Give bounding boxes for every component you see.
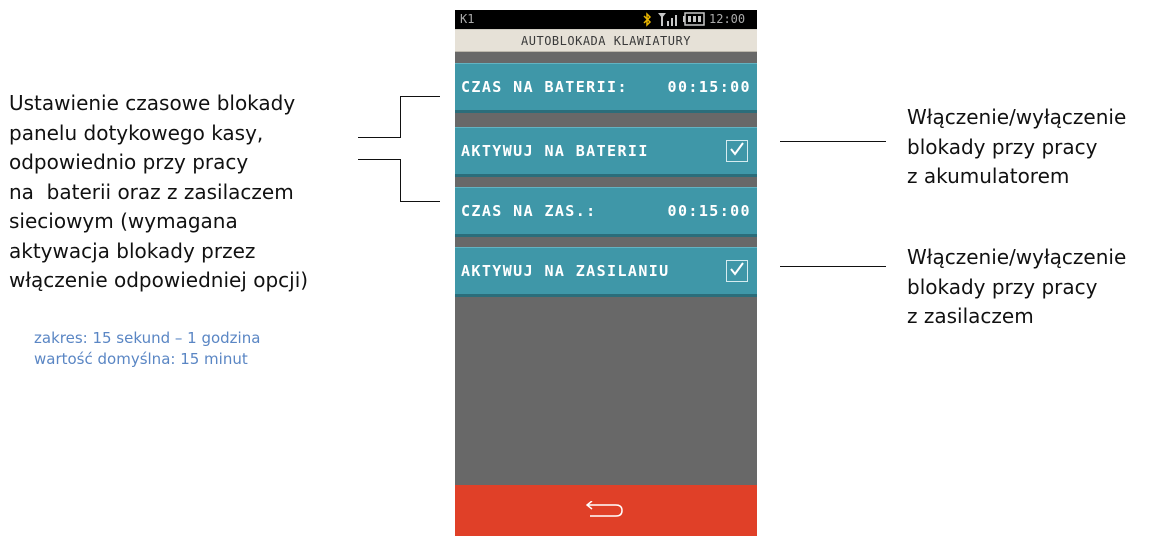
activate-on-battery-checkbox[interactable]	[726, 139, 748, 162]
right-annotation-battery: Włączenie/wyłączenie blokady przy pracy …	[907, 103, 1165, 192]
annotation-line: z akumulatorem	[907, 164, 1070, 188]
annotation-line: Włączenie/wyłączenie	[907, 105, 1127, 129]
connector-line	[400, 96, 440, 97]
checkmark-icon	[729, 141, 745, 160]
power-time-label: CZAS NA ZAS.:	[461, 201, 597, 220]
annotation-line: z zasilaczem	[907, 304, 1034, 328]
activate-on-power-checkbox[interactable]	[726, 259, 748, 282]
annotation-line: Włączenie/wyłączenie	[907, 245, 1127, 269]
connector-line	[400, 201, 440, 202]
left-annotation: Ustawienie czasowe blokady panelu dotyko…	[9, 89, 369, 296]
annotation-line: blokady przy pracy	[907, 274, 1098, 299]
activate-on-power-row[interactable]: AKTYWUJ NA ZASILANIU	[455, 247, 757, 297]
power-time-value: 00:15:00	[667, 201, 751, 220]
activate-on-battery-label: AKTYWUJ NA BATERII	[461, 141, 649, 160]
connector-line	[358, 137, 400, 138]
connector-line	[780, 141, 886, 142]
default-text: wartość domyślna: 15 minut	[34, 350, 248, 368]
signal-icon	[658, 12, 678, 30]
battery-icon	[683, 12, 705, 30]
annotation-line: sieciowym (wymagana	[9, 209, 238, 233]
annotation-line: odpowiednio przy pracy	[9, 150, 249, 174]
operator-label: K1	[460, 12, 475, 26]
bluetooth-icon	[642, 12, 652, 30]
annotation-line: panelu dotykowego kasy,	[9, 120, 264, 145]
annotation-line: włączenie odpowiedniej opcji)	[9, 268, 309, 292]
connector-line	[780, 266, 886, 267]
annotation-line: aktywacja blokady przez	[9, 238, 256, 263]
connector-line	[400, 159, 401, 202]
battery-time-label: CZAS NA BATERII:	[461, 77, 628, 96]
connector-line	[400, 96, 401, 138]
activate-on-power-label: AKTYWUJ NA ZASILANIU	[461, 261, 670, 280]
annotation-line: na baterii oraz z zasilaczem	[9, 179, 294, 204]
checkmark-icon	[729, 261, 745, 280]
battery-time-row[interactable]: CZAS NA BATERII: 00:15:00	[455, 63, 757, 113]
back-arrow-icon[interactable]	[585, 500, 626, 523]
right-annotation-power: Włączenie/wyłączenie blokady przy pracy …	[907, 243, 1165, 332]
bottom-bar	[455, 485, 757, 536]
screen-title: AUTOBLOKADA KLAWIATURY	[455, 29, 757, 52]
range-info: zakres: 15 sekund – 1 godzina wartość do…	[34, 328, 260, 370]
annotation-line: blokady przy pracy	[907, 134, 1098, 159]
range-text: zakres: 15 sekund – 1 godzina	[34, 329, 261, 347]
device-screen: K1 12:00 AUTOBLOKADA KLAWIATURY CZAS NA …	[455, 10, 757, 536]
status-bar: K1 12:00	[455, 10, 757, 29]
connector-line	[358, 159, 400, 160]
annotation-line: Ustawienie czasowe blokady	[9, 91, 296, 115]
power-time-row[interactable]: CZAS NA ZAS.: 00:15:00	[455, 187, 757, 237]
activate-on-battery-row[interactable]: AKTYWUJ NA BATERII	[455, 127, 757, 177]
battery-time-value: 00:15:00	[667, 77, 751, 96]
clock: 12:00	[709, 12, 746, 26]
